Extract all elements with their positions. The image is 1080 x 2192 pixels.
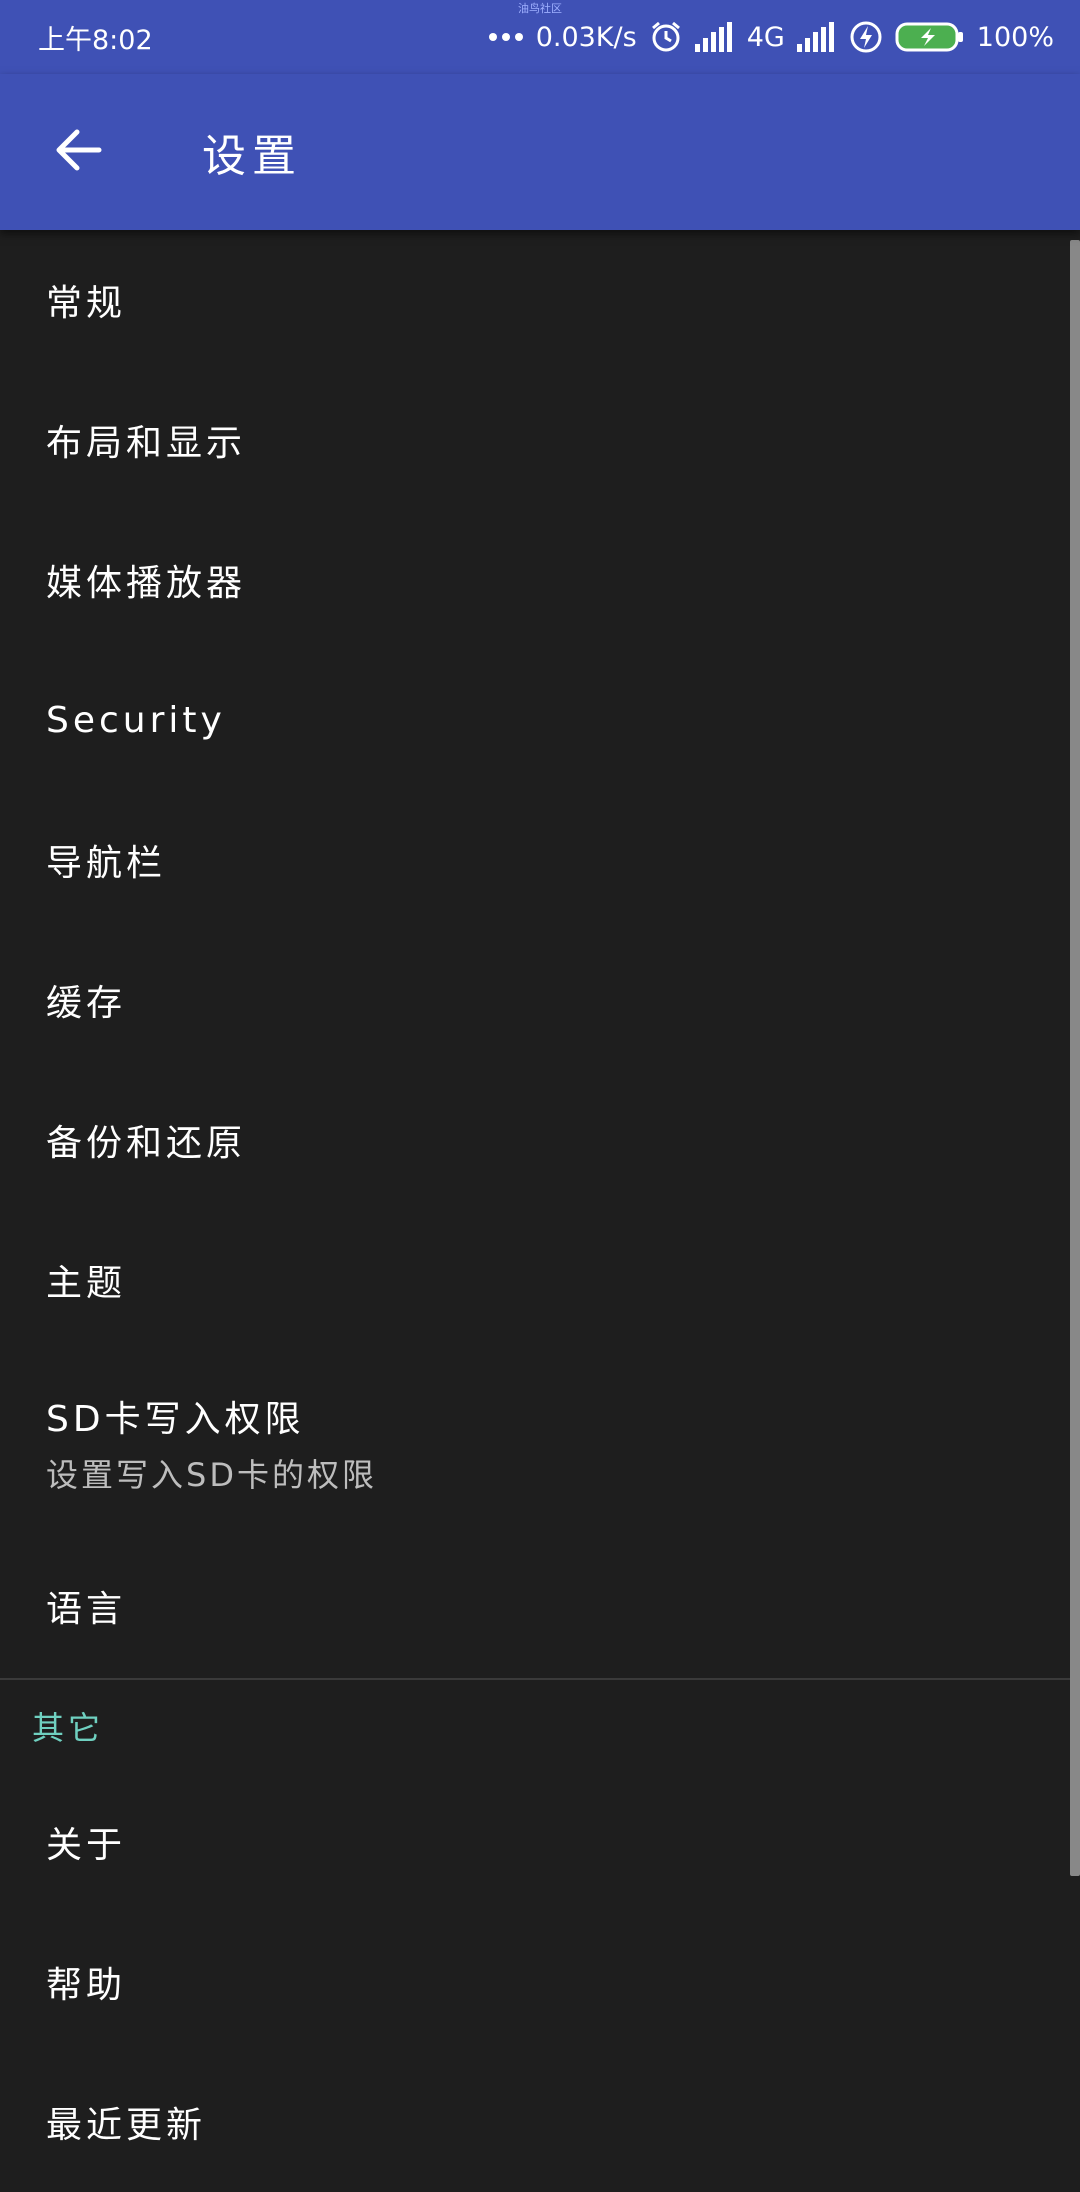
setting-item-media-player[interactable]: 媒体播放器 xyxy=(0,510,1080,650)
setting-item-general[interactable]: 常规 xyxy=(0,230,1080,370)
setting-label: Security xyxy=(46,699,226,741)
setting-item-about[interactable]: 关于 xyxy=(0,1772,1080,1912)
setting-label: 常规 xyxy=(46,283,127,324)
setting-label: 导航栏 xyxy=(46,843,167,884)
setting-label: 语言 xyxy=(46,1589,127,1630)
setting-item-cache[interactable]: 缓存 xyxy=(0,930,1080,1070)
setting-label: SD卡写入权限 xyxy=(46,1399,305,1440)
setting-label: 主题 xyxy=(46,1263,127,1304)
setting-item-help[interactable]: 帮助 xyxy=(0,1912,1080,2052)
section-header-other: 其它 xyxy=(32,1709,105,1747)
status-bar: 油鸟社区 上午8:02 0.03K/s 4G 100% xyxy=(0,0,1080,74)
setting-label: 布局和显示 xyxy=(46,423,247,464)
scrollbar[interactable] xyxy=(1070,240,1080,1876)
charging-icon xyxy=(849,20,883,54)
net-speed: 0.03K/s xyxy=(535,21,637,53)
setting-label: 缓存 xyxy=(46,983,127,1024)
alarm-icon xyxy=(649,20,683,54)
setting-item-theme[interactable]: 主题 xyxy=(0,1210,1080,1350)
page-title: 设置 xyxy=(202,131,302,182)
network-type: 4G xyxy=(746,21,785,53)
status-icons: 0.03K/s 4G 100% xyxy=(488,20,1054,54)
setting-label: 备份和还原 xyxy=(46,1123,247,1164)
setting-item-backup-restore[interactable]: 备份和还原 xyxy=(0,1070,1080,1210)
battery-percent: 100% xyxy=(976,21,1054,53)
status-time: 上午8:02 xyxy=(38,24,153,56)
setting-label: 媒体播放器 xyxy=(46,563,247,604)
setting-label: 关于 xyxy=(46,1825,127,1866)
more-dots-icon xyxy=(488,32,524,42)
setting-item-sd-card-permission[interactable]: SD卡写入权限 设置写入SD卡的权限 xyxy=(0,1350,1080,1536)
setting-label: 最近更新 xyxy=(46,2105,207,2146)
signal-icon xyxy=(694,22,735,52)
setting-item-recent-updates[interactable]: 最近更新 xyxy=(0,2052,1080,2192)
app-bar: 设置 xyxy=(0,74,1080,230)
signal-icon xyxy=(796,22,837,52)
setting-summary: 设置写入SD卡的权限 xyxy=(46,1456,377,1494)
setting-item-security[interactable]: Security xyxy=(0,650,1080,790)
back-button[interactable] xyxy=(38,112,118,192)
setting-item-navigation-bar[interactable]: 导航栏 xyxy=(0,790,1080,930)
carrier-tag: 油鸟社区 xyxy=(518,2,562,15)
setting-item-layout-display[interactable]: 布局和显示 xyxy=(0,370,1080,510)
battery-icon xyxy=(895,21,965,53)
settings-list: 常规 布局和显示 媒体播放器 Security 导航栏 缓存 备份和还原 主题 … xyxy=(0,230,1080,2192)
setting-label: 帮助 xyxy=(46,1965,127,2006)
arrow-back-icon xyxy=(53,128,103,176)
setting-item-language[interactable]: 语言 xyxy=(0,1536,1080,1676)
